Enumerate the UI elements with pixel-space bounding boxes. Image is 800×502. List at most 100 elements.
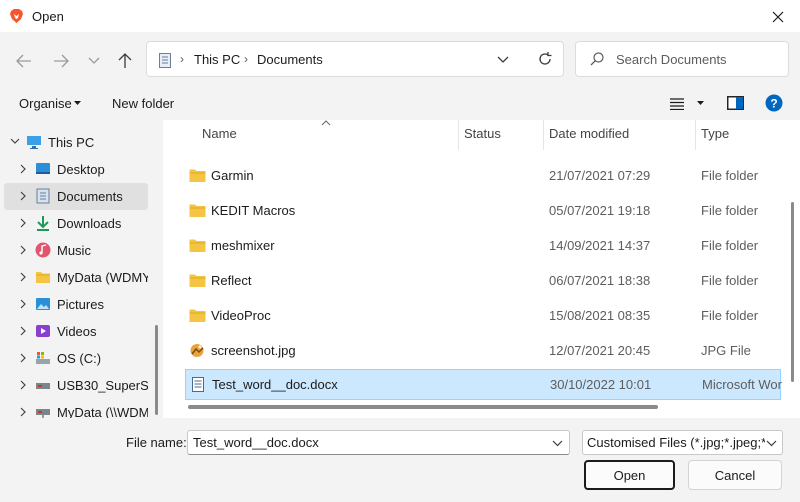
chevron-right-icon[interactable] <box>19 191 27 201</box>
chevron-down-icon[interactable] <box>497 52 509 66</box>
file-date: 30/10/2022 10:01 <box>550 377 652 392</box>
jpg-file-icon <box>190 344 204 357</box>
file-row[interactable]: VideoProc 15/08/2021 08:35 File folder <box>185 301 781 332</box>
sidebar-item-pictures[interactable]: Pictures <box>4 291 148 318</box>
caret-down-icon[interactable] <box>697 101 704 105</box>
close-button[interactable] <box>764 4 792 30</box>
folder-icon <box>189 169 206 182</box>
sidebar-item-this-pc[interactable]: This PC <box>4 129 148 156</box>
open-button[interactable]: Open <box>584 460 675 490</box>
sidebar-item-documents[interactable]: Documents <box>4 183 148 210</box>
chevron-down-icon[interactable] <box>766 437 777 449</box>
file-type-filter-value: Customised Files (*.jpg;*.jpeg;*.p <box>587 435 765 450</box>
file-name: VideoProc <box>211 308 271 323</box>
up-button[interactable] <box>114 50 136 72</box>
preview-pane-icon[interactable] <box>727 96 744 110</box>
file-row[interactable]: Reflect 06/07/2021 18:38 File folder <box>185 266 781 297</box>
file-row[interactable]: KEDIT Macros 05/07/2021 19:18 File folde… <box>185 196 781 227</box>
file-name-field[interactable]: Test_word__doc.docx <box>187 430 570 455</box>
sidebar-item-os-c[interactable]: OS (C:) <box>4 345 148 372</box>
breadcrumb-documents[interactable]: Documents <box>257 52 323 67</box>
sidebar-item-label: Downloads <box>57 216 122 231</box>
sidebar-scrollbar[interactable] <box>155 325 158 415</box>
view-list-icon[interactable] <box>670 98 684 110</box>
sidebar-item-music[interactable]: Music <box>4 237 148 264</box>
search-icon <box>590 52 604 66</box>
chevron-down-icon[interactable] <box>10 137 20 145</box>
file-date: 21/07/2021 07:29 <box>549 168 651 183</box>
title-bar: Open <box>0 0 800 32</box>
sidebar-item-label: Desktop <box>57 162 105 177</box>
new-folder-button[interactable]: New folder <box>112 96 174 111</box>
drive-icon <box>36 352 50 364</box>
sidebar-item-usb30[interactable]: USB30_SuperSpe <box>4 372 148 399</box>
word-doc-icon <box>192 377 204 392</box>
refresh-icon[interactable] <box>537 51 553 67</box>
chevron-right-icon[interactable] <box>19 245 27 255</box>
chevron-right-icon[interactable] <box>19 380 27 390</box>
column-divider[interactable] <box>695 120 696 150</box>
window-title: Open <box>32 9 64 24</box>
desktop-icon <box>36 163 50 174</box>
organise-menu[interactable]: Organise <box>19 96 72 111</box>
arrow-left-icon <box>16 54 31 68</box>
file-row-selected[interactable]: Test_word__doc.docx 30/10/2022 10:01 Mic… <box>185 369 782 400</box>
arrow-right-icon <box>54 54 69 68</box>
back-button[interactable] <box>13 50 35 72</box>
chevron-right-icon[interactable] <box>19 326 27 336</box>
folder-icon <box>189 204 206 217</box>
command-bar: Organise New folder ? <box>0 88 800 120</box>
file-date: 06/07/2021 18:38 <box>549 273 651 288</box>
column-header-status[interactable]: Status <box>464 126 501 141</box>
chevron-right-icon[interactable] <box>19 164 27 174</box>
recent-locations-button[interactable] <box>83 50 105 72</box>
file-row[interactable]: screenshot.jpg 12/07/2021 20:45 JPG File <box>185 336 781 367</box>
chevron-right-icon[interactable] <box>19 353 27 363</box>
column-header-name[interactable]: Name <box>202 126 237 141</box>
column-divider[interactable] <box>458 120 459 150</box>
file-type: File folder <box>701 273 759 288</box>
column-divider[interactable] <box>543 120 544 150</box>
column-header-date-modified[interactable]: Date modified <box>549 126 629 141</box>
column-header-type[interactable]: Type <box>701 126 729 141</box>
folder-icon <box>36 272 50 283</box>
dialog-footer: File name: Test_word__doc.docx Customise… <box>0 418 800 502</box>
caret-down-icon[interactable] <box>74 101 81 105</box>
chevron-right-icon[interactable] <box>19 299 27 309</box>
chevron-right-icon[interactable] <box>19 218 27 228</box>
sidebar-item-label: Pictures <box>57 297 104 312</box>
chevron-right-icon[interactable] <box>19 407 27 417</box>
chevron-down-icon <box>88 57 100 64</box>
chevron-right-icon[interactable] <box>19 272 27 282</box>
file-date: 05/07/2021 19:18 <box>549 203 651 218</box>
sidebar-item-mydata-network[interactable]: MyData (\\WDM <box>4 399 148 418</box>
help-icon[interactable]: ? <box>765 94 783 112</box>
file-type: File folder <box>701 203 759 218</box>
pc-icon <box>27 136 41 149</box>
sidebar-item-mydata-wdmy[interactable]: MyData (WDMY( <box>4 264 148 291</box>
vertical-scrollbar[interactable] <box>791 202 794 382</box>
sidebar-item-videos[interactable]: Videos <box>4 318 148 345</box>
chevron-down-icon[interactable] <box>552 437 563 449</box>
file-row[interactable]: meshmixer 14/09/2021 14:37 File folder <box>185 231 781 262</box>
file-name: meshmixer <box>211 238 275 253</box>
breadcrumb-this-pc[interactable]: This PC <box>194 52 240 67</box>
file-row[interactable]: Garmin 21/07/2021 07:29 File folder <box>185 161 781 192</box>
file-type: File folder <box>701 308 759 323</box>
file-date: 12/07/2021 20:45 <box>549 343 651 358</box>
horizontal-scrollbar[interactable] <box>188 405 658 409</box>
file-date: 14/09/2021 14:37 <box>549 238 651 253</box>
file-type-filter[interactable]: Customised Files (*.jpg;*.jpeg;*.p <box>582 430 783 455</box>
search-box[interactable] <box>575 41 789 77</box>
forward-button[interactable] <box>50 50 72 72</box>
cancel-button[interactable]: Cancel <box>688 460 782 490</box>
file-name: Reflect <box>211 273 252 288</box>
sidebar-item-downloads[interactable]: Downloads <box>4 210 148 237</box>
address-bar[interactable]: › This PC › Documents <box>146 41 564 77</box>
downloads-icon <box>37 216 49 231</box>
main-content: This PC Desktop Documents Downloads Musi… <box>0 120 800 418</box>
search-input[interactable] <box>616 42 784 76</box>
sidebar-item-desktop[interactable]: Desktop <box>4 156 148 183</box>
file-type: Microsoft Wor <box>702 377 782 392</box>
brave-icon <box>10 9 23 23</box>
